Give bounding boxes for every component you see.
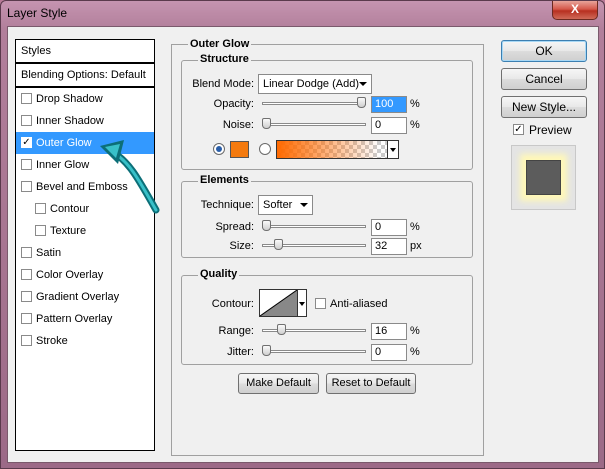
style-checkbox[interactable] bbox=[21, 159, 32, 170]
noise-slider[interactable] bbox=[262, 123, 366, 126]
technique-value: Softer bbox=[263, 199, 293, 211]
close-button[interactable]: X bbox=[552, 1, 598, 20]
size-input[interactable]: 32 bbox=[371, 238, 407, 255]
jitter-label: Jitter: bbox=[227, 346, 254, 358]
noise-slider-thumb[interactable] bbox=[262, 118, 271, 129]
chevron-down-icon bbox=[387, 141, 398, 158]
blend-mode-select[interactable]: Linear Dodge (Add) bbox=[258, 74, 372, 94]
opacity-input[interactable]: 100 bbox=[371, 96, 407, 113]
size-unit: px bbox=[410, 240, 422, 252]
style-checkbox[interactable] bbox=[21, 335, 32, 346]
glow-gradient-picker[interactable] bbox=[276, 140, 399, 159]
styles-header[interactable]: Styles bbox=[16, 40, 154, 62]
styles-list: Styles Blending Options: Default Drop Sh… bbox=[15, 39, 155, 451]
style-checkbox[interactable] bbox=[21, 269, 32, 280]
style-item-label: Inner Shadow bbox=[36, 115, 104, 127]
blend-mode-label: Blend Mode: bbox=[192, 78, 254, 90]
style-item-label: Contour bbox=[50, 203, 90, 215]
spread-input[interactable]: 0 bbox=[371, 219, 407, 236]
contour-dropdown[interactable] bbox=[298, 289, 307, 317]
blend-mode-value: Linear Dodge (Add) bbox=[263, 78, 360, 90]
style-item-drop-shadow[interactable]: Drop Shadow bbox=[16, 88, 154, 110]
window-title: Layer Style bbox=[7, 6, 68, 20]
range-unit: % bbox=[410, 325, 420, 337]
style-item-label: Texture bbox=[50, 225, 87, 237]
reset-to-default-button[interactable]: Reset to Default bbox=[326, 373, 416, 394]
make-default-button[interactable]: Make Default bbox=[238, 373, 319, 394]
glow-color-swatch[interactable] bbox=[230, 141, 249, 158]
spread-label: Spread: bbox=[215, 221, 254, 233]
panel-title: Outer Glow bbox=[188, 38, 252, 50]
cancel-button[interactable]: Cancel bbox=[501, 68, 587, 90]
noise-input[interactable]: 0 bbox=[371, 117, 407, 134]
style-item-label: Satin bbox=[36, 247, 62, 259]
contour-curve-icon bbox=[260, 290, 297, 316]
noise-label: Noise: bbox=[222, 119, 254, 131]
anti-aliased-label: Anti-aliased bbox=[330, 298, 388, 310]
size-label: Size: bbox=[229, 240, 254, 252]
style-item-label: Color Overlay bbox=[36, 269, 104, 281]
style-checkbox[interactable]: ✓ bbox=[21, 137, 32, 148]
solid-color-radio[interactable] bbox=[213, 143, 225, 155]
style-item-satin[interactable]: Satin bbox=[16, 242, 154, 264]
range-input[interactable]: 16 bbox=[371, 323, 407, 340]
style-checkbox[interactable] bbox=[21, 313, 32, 324]
style-checkbox[interactable] bbox=[21, 93, 32, 104]
technique-select[interactable]: Softer bbox=[258, 195, 313, 215]
contour-picker[interactable] bbox=[259, 289, 298, 317]
style-checkbox[interactable] bbox=[35, 225, 46, 236]
technique-label: Technique: bbox=[200, 199, 254, 211]
spread-slider-thumb[interactable] bbox=[262, 220, 271, 231]
jitter-input[interactable]: 0 bbox=[371, 344, 407, 361]
noise-unit: % bbox=[410, 119, 420, 131]
ok-button[interactable]: OK bbox=[501, 40, 587, 62]
style-item-stroke[interactable]: Stroke bbox=[16, 330, 154, 352]
opacity-unit: % bbox=[410, 98, 420, 110]
style-item-label: Stroke bbox=[36, 335, 68, 347]
anti-aliased-checkbox[interactable] bbox=[315, 298, 326, 309]
jitter-unit: % bbox=[410, 346, 420, 358]
title-bar[interactable]: Layer Style X bbox=[1, 1, 604, 25]
jitter-slider-thumb[interactable] bbox=[262, 345, 271, 356]
style-item-gradient-overlay[interactable]: Gradient Overlay bbox=[16, 286, 154, 308]
annotation-arrow bbox=[100, 140, 160, 214]
blending-options[interactable]: Blending Options: Default bbox=[16, 64, 154, 86]
style-item-label: Pattern Overlay bbox=[36, 313, 113, 325]
elements-title: Elements bbox=[198, 174, 251, 186]
chevron-down-icon bbox=[300, 203, 308, 207]
opacity-label: Opacity: bbox=[213, 98, 254, 110]
spread-slider[interactable] bbox=[262, 225, 366, 228]
opacity-slider-thumb[interactable] bbox=[357, 97, 366, 108]
style-item-label: Drop Shadow bbox=[36, 93, 103, 105]
jitter-slider[interactable] bbox=[262, 350, 366, 353]
style-item-color-overlay[interactable]: Color Overlay bbox=[16, 264, 154, 286]
new-style-button[interactable]: New Style... bbox=[501, 96, 587, 118]
style-checkbox[interactable] bbox=[35, 203, 46, 214]
style-checkbox[interactable] bbox=[21, 181, 32, 192]
style-item-label: Inner Glow bbox=[36, 159, 90, 171]
spread-unit: % bbox=[410, 221, 420, 233]
opacity-slider[interactable] bbox=[262, 102, 366, 105]
style-checkbox[interactable] bbox=[21, 291, 32, 302]
preview-thumbnail bbox=[511, 145, 576, 210]
structure-title: Structure bbox=[198, 53, 251, 65]
range-label: Range: bbox=[218, 325, 254, 337]
chevron-down-icon bbox=[359, 82, 367, 86]
style-checkbox[interactable] bbox=[21, 247, 32, 258]
style-checkbox[interactable] bbox=[21, 115, 32, 126]
preview-glow-square bbox=[526, 160, 561, 195]
gradient-radio[interactable] bbox=[259, 143, 271, 155]
style-item-texture[interactable]: Texture bbox=[16, 220, 154, 242]
preview-label: Preview bbox=[529, 123, 572, 137]
style-item-pattern-overlay[interactable]: Pattern Overlay bbox=[16, 308, 154, 330]
style-item-label: Outer Glow bbox=[36, 137, 92, 149]
size-slider-thumb[interactable] bbox=[274, 239, 284, 250]
quality-title: Quality bbox=[198, 268, 240, 280]
range-slider-thumb[interactable] bbox=[277, 324, 287, 335]
contour-label: Contour: bbox=[211, 298, 254, 310]
style-item-label: Gradient Overlay bbox=[36, 291, 120, 303]
preview-checkbox[interactable]: ✓ bbox=[513, 124, 524, 135]
